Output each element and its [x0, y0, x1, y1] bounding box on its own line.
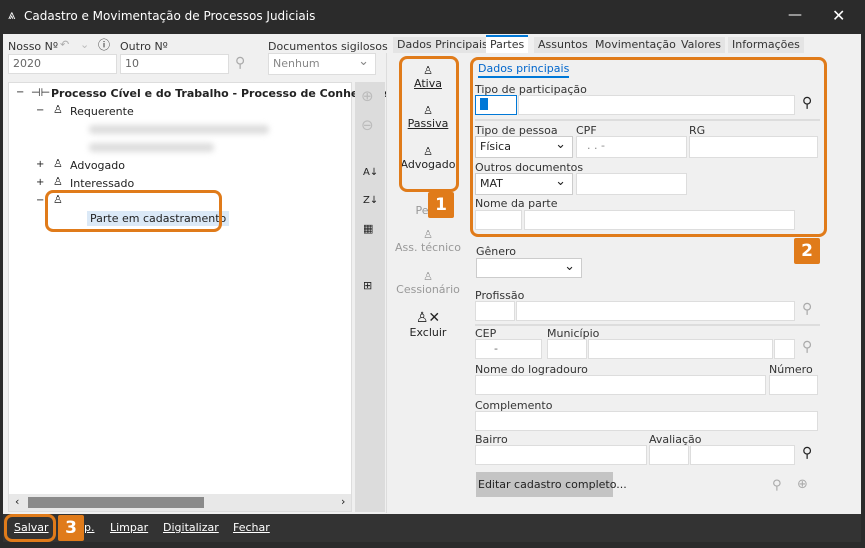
- municipio-code[interactable]: [547, 339, 587, 359]
- tree-node-interessado[interactable]: Interessado: [70, 177, 134, 190]
- genero-label: Gênero: [476, 245, 517, 258]
- numero-input[interactable]: [769, 375, 818, 395]
- footer-toolbar: Salvar p. Limpar Digitalizar Fechar: [3, 514, 861, 542]
- cep-input[interactable]: -: [475, 339, 542, 359]
- delete-person-icon: ♙✕: [415, 310, 441, 326]
- highlight-tree: [45, 190, 222, 232]
- parties-tree[interactable]: − ⊣⊢ Processo Cível e do Trabalho - Proc…: [8, 82, 408, 512]
- add-icon[interactable]: ⊕: [361, 87, 374, 105]
- badge-1: 1: [428, 192, 454, 218]
- bairro-input[interactable]: [475, 445, 647, 465]
- sort-az-icon[interactable]: A↓: [363, 167, 378, 178]
- person-icon: ♙: [423, 270, 433, 283]
- scroll-left-icon[interactable]: ‹: [15, 495, 19, 508]
- logradouro-input[interactable]: [475, 375, 766, 395]
- tab-valores[interactable]: Valores: [677, 37, 725, 53]
- process-icon: ⊣⊢: [31, 86, 51, 99]
- horizontal-scrollbar[interactable]: ‹ ›: [9, 494, 351, 511]
- info-icon[interactable]: ⓘ: [98, 36, 110, 53]
- docs-label: Documentos sigilosos: [268, 40, 388, 53]
- redacted-name: [89, 125, 269, 134]
- excluir-label: Excluir: [409, 326, 447, 339]
- outro-input[interactable]: 10: [120, 54, 229, 74]
- divider: [475, 324, 820, 326]
- complemento-input[interactable]: [475, 411, 818, 431]
- profissao-code[interactable]: [475, 301, 515, 321]
- calendar-sort-icon[interactable]: ▦: [363, 222, 373, 235]
- excluir-button[interactable]: ♙✕ Excluir: [388, 310, 468, 339]
- tab-partes[interactable]: Partes: [486, 35, 529, 53]
- outro-label: Outro Nº: [120, 40, 168, 53]
- municipio-input[interactable]: [588, 339, 773, 359]
- chevron-down-icon: ⌄: [358, 54, 369, 69]
- collapse-icon[interactable]: −: [36, 195, 44, 206]
- limpar-button[interactable]: Limpar: [110, 521, 148, 534]
- expand-icon[interactable]: +: [36, 177, 44, 188]
- minimize-button[interactable]: —: [788, 7, 802, 23]
- search-icon[interactable]: ⚲: [802, 339, 812, 355]
- avaliacao-code[interactable]: [649, 445, 689, 465]
- close-button[interactable]: ✕: [832, 6, 845, 25]
- avaliacao-input[interactable]: [690, 445, 795, 465]
- title-bar: ⩓ Cadastro e Movimentação de Processos J…: [0, 0, 865, 34]
- remove-icon[interactable]: ⊖: [361, 116, 374, 134]
- nosso-input[interactable]: 2020: [8, 54, 117, 74]
- cessionario-button[interactable]: ♙ Cessionário: [388, 270, 468, 296]
- search-icon[interactable]: ⚲: [235, 55, 245, 71]
- chevron-down-icon: ⌄: [564, 259, 575, 274]
- ass-tecnico-label: Ass. técnico: [395, 241, 461, 254]
- collapse-icon[interactable]: −: [36, 105, 44, 116]
- person-icon: ♙: [53, 157, 63, 170]
- redacted-name: [89, 143, 214, 152]
- add-item-icon[interactable]: ⊞: [363, 279, 372, 292]
- expand-icon[interactable]: +: [36, 159, 44, 170]
- perito-label: Pe: [415, 204, 429, 217]
- map-add-icon[interactable]: ⊕: [797, 477, 808, 492]
- tab-assuntos[interactable]: Assuntos: [534, 37, 592, 53]
- tree-node-advogado[interactable]: Advogado: [70, 159, 125, 172]
- highlight-party-buttons: [399, 56, 459, 192]
- window-title: Cadastro e Movimentação de Processos Jud…: [24, 9, 316, 23]
- chevron-down-icon[interactable]: ⌄: [80, 38, 89, 51]
- undo-icon[interactable]: ↶: [60, 38, 69, 51]
- highlight-form: [470, 57, 827, 237]
- editar-cadastro-button[interactable]: Editar cadastro completo...: [476, 472, 627, 497]
- imprimir-button[interactable]: p.: [84, 521, 94, 534]
- badge-3: 3: [58, 515, 84, 541]
- app-icon: ⩓: [8, 8, 16, 23]
- search-icon[interactable]: ⚲: [802, 301, 812, 317]
- profissao-input[interactable]: [516, 301, 795, 321]
- scroll-right-icon[interactable]: ›: [341, 495, 345, 508]
- tab-dados-principais[interactable]: Dados Principais: [393, 37, 492, 53]
- genero-select[interactable]: ⌄: [476, 258, 582, 278]
- person-icon: ♙: [53, 103, 63, 116]
- highlight-salvar: [4, 514, 56, 542]
- ass-tecnico-button[interactable]: ♙ Ass. técnico: [388, 228, 468, 254]
- docs-select[interactable]: Nenhum ⌄: [268, 53, 376, 75]
- map-search-icon[interactable]: ⚲: [772, 478, 782, 493]
- cessionario-label: Cessionário: [396, 283, 460, 296]
- tab-movimentacao[interactable]: Movimentação: [591, 37, 680, 53]
- person-icon: ♙: [423, 228, 433, 241]
- tree-toolbar: ⊕ ⊖ A↓ Z↓ ▦ ⊞: [355, 82, 385, 512]
- uf-input[interactable]: [774, 339, 795, 359]
- tab-informacoes[interactable]: Informações: [728, 37, 804, 53]
- scroll-thumb[interactable]: [28, 497, 204, 508]
- badge-2: 2: [794, 238, 820, 264]
- docs-value: Nenhum: [273, 57, 320, 70]
- sort-za-icon[interactable]: Z↓: [363, 195, 378, 206]
- collapse-icon[interactable]: −: [16, 87, 24, 98]
- person-icon: ♙: [53, 175, 63, 188]
- search-icon[interactable]: ⚲: [802, 445, 812, 461]
- nosso-label: Nosso Nº: [8, 40, 59, 53]
- fechar-button[interactable]: Fechar: [233, 521, 270, 534]
- tree-node-requerente[interactable]: Requerente: [70, 105, 134, 118]
- digitalizar-button[interactable]: Digitalizar: [163, 521, 219, 534]
